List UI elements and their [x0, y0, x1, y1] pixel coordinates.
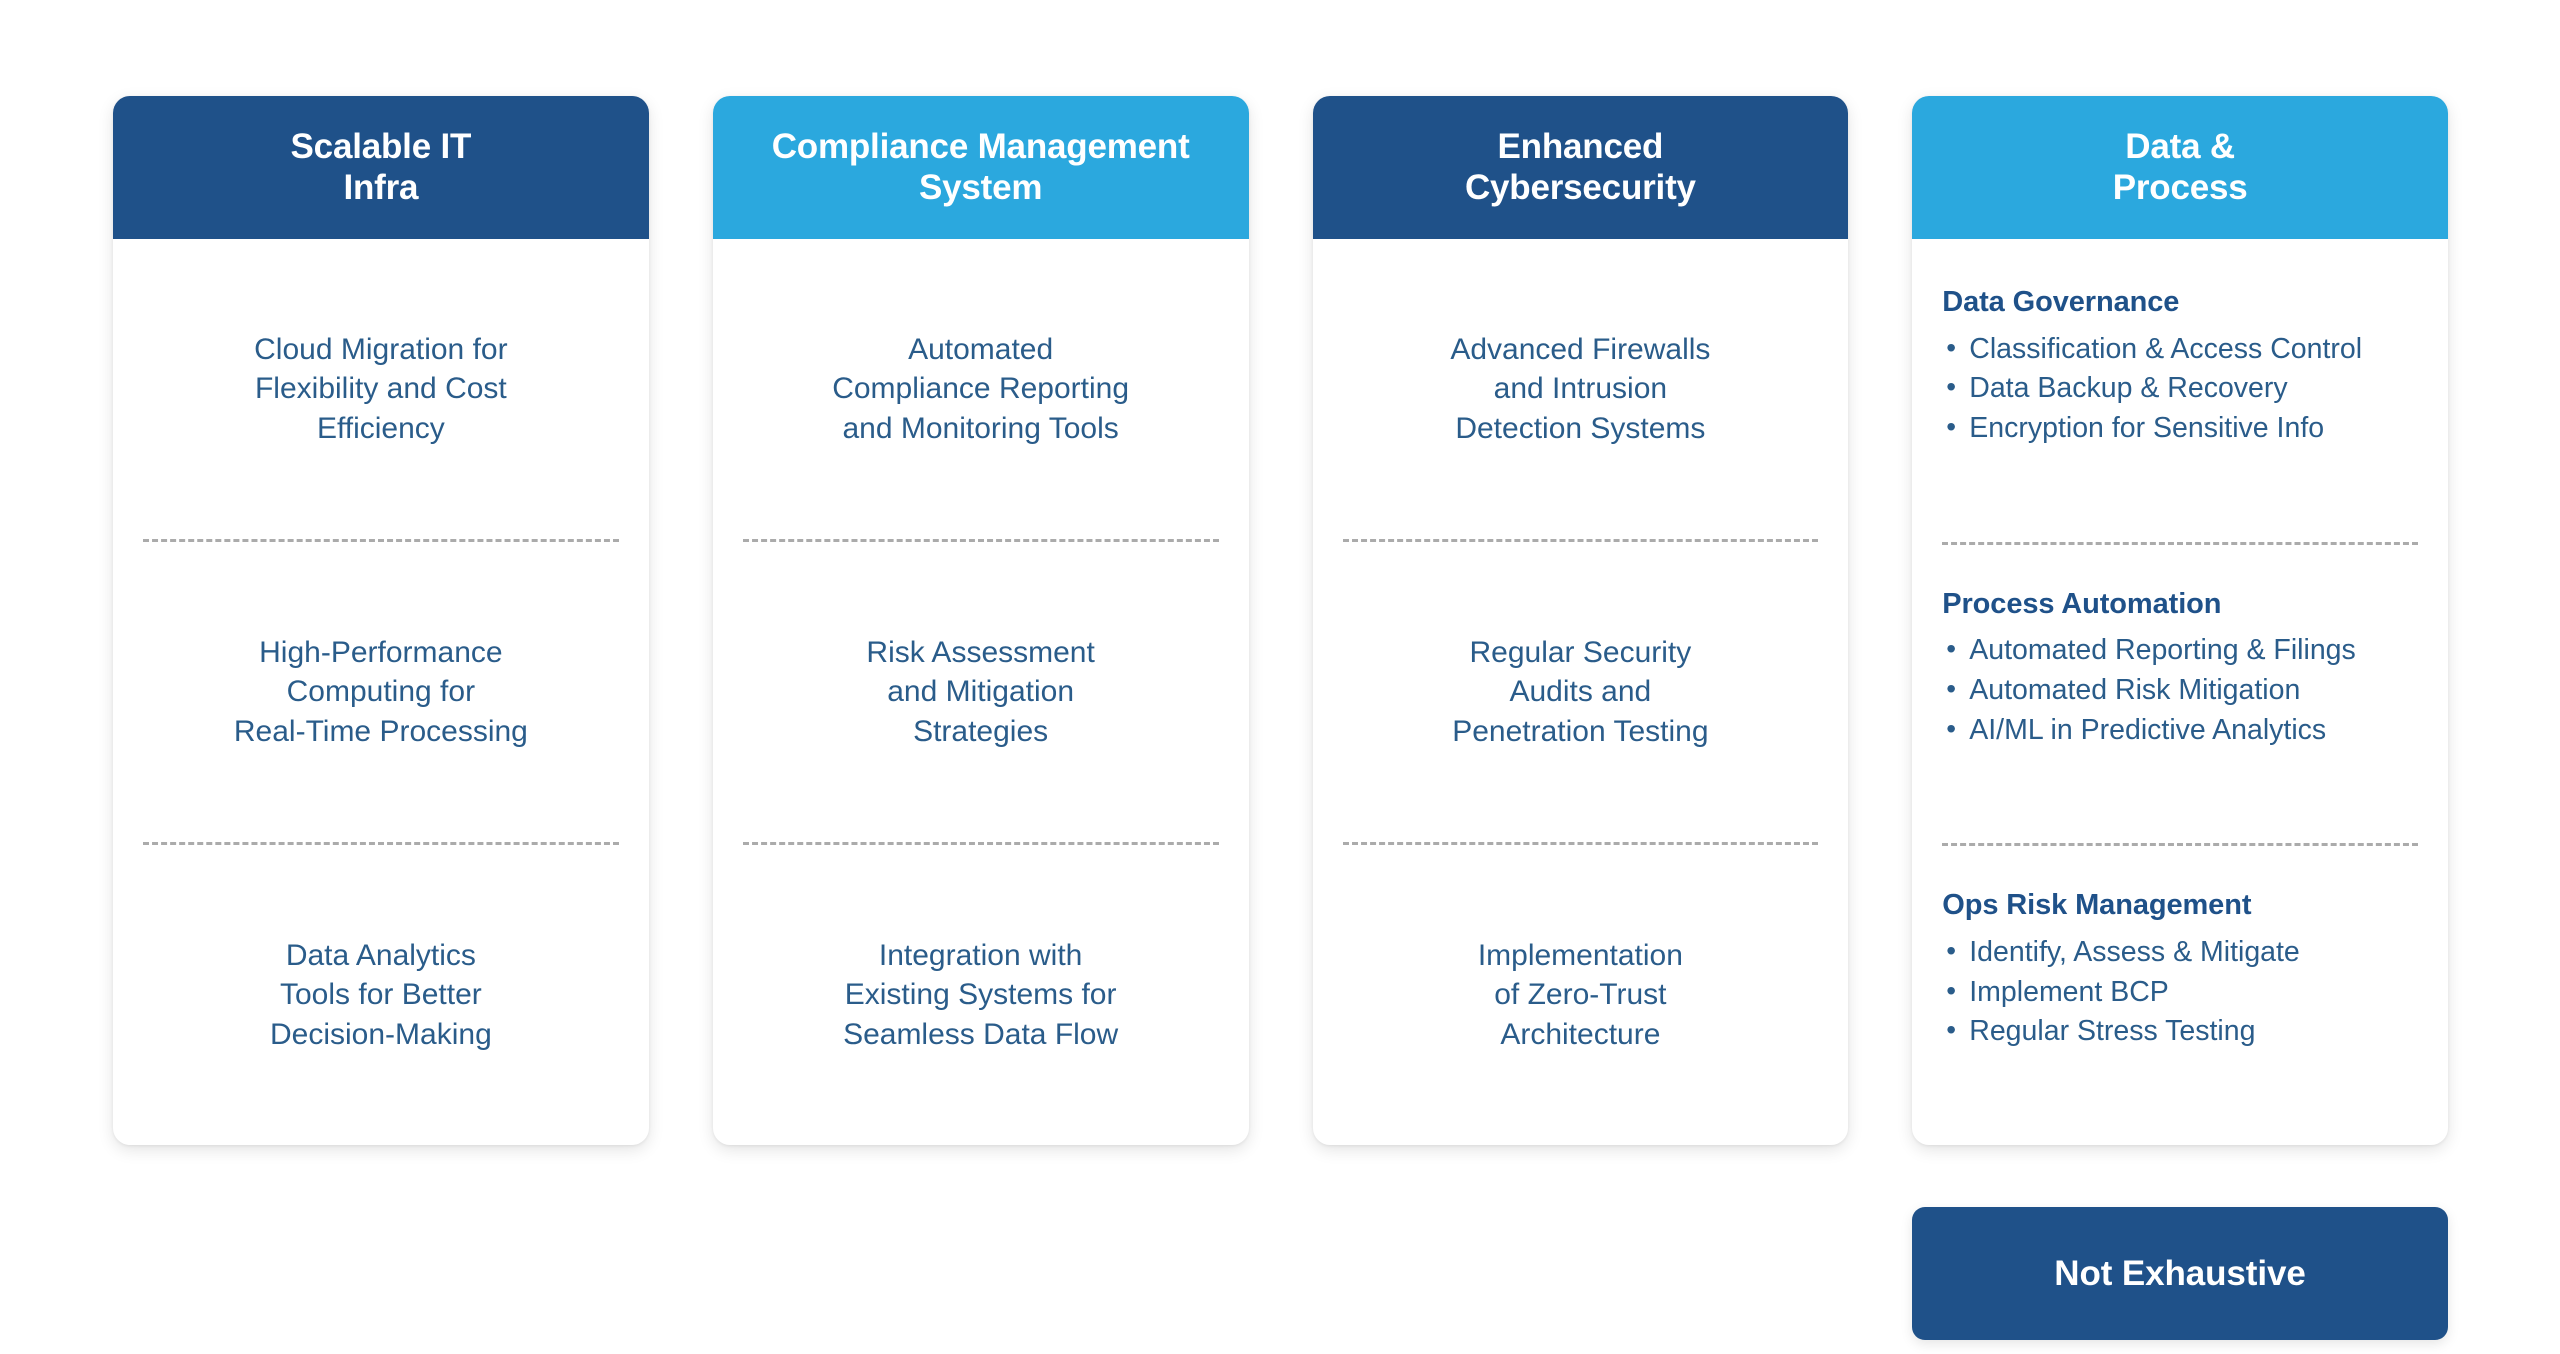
capability-card: Scalable IT Infra Cloud Migration for Flexi…: [113, 96, 649, 1145]
card-body: Advanced Firewalls and Intrusion Detection…: [1313, 239, 1849, 1145]
card-title-line-1: Scalable IT: [290, 126, 472, 166]
segment-text-line: Efficiency: [316, 411, 445, 445]
card-segment: Risk Assessment and Mitigation Strategies: [713, 542, 1249, 842]
capability-card: Compliance Management System Automated Comp…: [712, 96, 1249, 1145]
segment-text: Regular Security Audits and Penetration Te…: [1452, 633, 1708, 751]
card-header: Compliance Management System: [712, 96, 1249, 239]
card-segment: Cloud Migration for Flexibility and Cost E…: [113, 239, 649, 539]
slide-canvas: Scalable IT Infra Cloud Migration for Flexi…: [0, 0, 2560, 1354]
capability-card: Enhanced Cybersecurity Advanced Firewalls a…: [1312, 96, 1849, 1145]
segment-text-line: Data Analytics: [285, 939, 476, 973]
segment-text-line: Strategies: [913, 714, 1049, 748]
card-section: Ops Risk Management Identify, Assess & Mi…: [1942, 846, 2418, 1145]
capability-cards-row: Scalable IT Infra Cloud Migration for Flexi…: [113, 96, 2448, 1145]
segment-text-line: of Zero-Trust: [1494, 978, 1667, 1012]
card-section: Process Automation Automated Reporting & …: [1942, 545, 2418, 844]
segment-text-line: Penetration Testing: [1452, 714, 1709, 748]
segment-text-line: Implementation: [1477, 939, 1683, 973]
segment-text-line: Compliance Reporting: [832, 372, 1130, 406]
list-item: AI/ML in Predictive Analytics: [1942, 711, 2418, 750]
list-item: Classification & Access Control: [1942, 330, 2418, 369]
card-header: Scalable IT Infra: [113, 96, 649, 239]
segment-text-line: Advanced Firewalls: [1450, 333, 1711, 367]
card-segment: Integration with Existing Systems for Seam…: [713, 845, 1249, 1145]
list-item: Data Backup & Recovery: [1942, 369, 2418, 408]
segment-text: Automated Compliance Reporting and Monitor…: [832, 330, 1129, 448]
card-title-line-2: Infra: [343, 167, 419, 207]
segment-text-line: Flexibility and Cost: [254, 372, 507, 406]
segment-divider: [1942, 843, 2418, 847]
card-title: Enhanced Cybersecurity: [1465, 127, 1696, 209]
card-segment: Implementation of Zero-Trust Architecture: [1313, 845, 1849, 1145]
list-item: Regular Stress Testing: [1942, 1012, 2418, 1051]
card-header: Enhanced Cybersecurity: [1312, 96, 1849, 239]
section-heading: Ops Risk Management: [1942, 889, 2252, 922]
segment-text-line: Cloud Migration for: [254, 333, 508, 367]
segment-text-line: Integration with: [878, 939, 1083, 973]
card-title-line-1: Enhanced: [1497, 126, 1664, 166]
not-exhaustive-badge: Not Exhaustive: [1912, 1207, 2448, 1340]
card-segment: Data Analytics Tools for Better Decision-M…: [113, 845, 649, 1145]
segment-text-line: Architecture: [1500, 1017, 1661, 1051]
segment-text-line: and Monitoring Tools: [842, 411, 1119, 445]
segment-text-line: and Intrusion: [1493, 372, 1668, 406]
segment-text-line: Automated: [908, 333, 1054, 367]
segment-text-line: Computing for: [286, 675, 476, 709]
card-body: Automated Compliance Reporting and Monitor…: [713, 239, 1249, 1145]
card-segment: Regular Security Audits and Penetration Te…: [1313, 542, 1849, 842]
list-item: Automated Reporting & Filings: [1942, 631, 2418, 670]
list-item: Automated Risk Mitigation: [1942, 671, 2418, 710]
card-title-line-1: Compliance Management: [771, 126, 1190, 166]
segment-text-line: Seamless Data Flow: [843, 1017, 1119, 1051]
segment-text-line: Real-Time Processing: [233, 714, 528, 748]
segment-text-line: Audits and: [1509, 675, 1652, 709]
segment-text-line: High-Performance: [259, 636, 503, 670]
segment-text-line: Tools for Better: [279, 978, 482, 1012]
card-title-line-1: Data &: [2125, 126, 2235, 166]
section-heading: Process Automation: [1942, 587, 2222, 620]
list-item: Implement BCP: [1942, 973, 2418, 1012]
segment-text: Integration with Existing Systems for Seam…: [843, 936, 1118, 1054]
list-item: Identify, Assess & Mitigate: [1942, 933, 2418, 972]
section-heading: Data Governance: [1942, 286, 2180, 318]
segment-text: High-Performance Computing for Real-Time P…: [234, 633, 528, 751]
section-bullet-list: Identify, Assess & MitigateImplement BCP…: [1942, 933, 2418, 1053]
card-segment: Automated Compliance Reporting and Monitor…: [713, 239, 1249, 539]
segment-text-line: Decision-Making: [270, 1017, 492, 1051]
card-segment: Advanced Firewalls and Intrusion Detection…: [1313, 239, 1849, 539]
segment-text-line: Existing Systems for: [844, 978, 1117, 1012]
segment-text-line: Regular Security: [1469, 636, 1692, 670]
segment-text-line: Risk Assessment: [866, 636, 1095, 670]
card-body: Cloud Migration for Flexibility and Cost E…: [113, 239, 649, 1145]
card-segment: High-Performance Computing for Real-Time P…: [113, 542, 649, 842]
card-title-line-2: Process: [2112, 167, 2248, 207]
segment-text: Risk Assessment and Mitigation Strategies: [866, 633, 1094, 751]
segment-text-line: and Mitigation: [887, 675, 1075, 709]
card-title: Data & Process: [2113, 127, 2248, 209]
list-item: Encryption for Sensitive Info: [1942, 409, 2418, 448]
segment-text: Advanced Firewalls and Intrusion Detection…: [1450, 330, 1710, 448]
card-title: Scalable IT Infra: [291, 127, 472, 209]
capability-card: Data &Process Data Governance Classificati…: [1912, 96, 2448, 1145]
card-title-line-2: Cybersecurity: [1464, 167, 1696, 207]
card-header: Data & Process: [1912, 96, 2448, 239]
section-bullet-list: Automated Reporting & FilingsAutomated R…: [1942, 631, 2418, 751]
card-title-line-2: System: [918, 167, 1043, 207]
segment-text-line: Detection Systems: [1455, 411, 1706, 445]
card-body: Data Governance Classification & Access C…: [1912, 239, 2448, 1145]
card-section: Data Governance Classification & Access C…: [1942, 239, 2418, 542]
segment-text: Cloud Migration for Flexibility and Cost E…: [254, 330, 507, 448]
card-title: Compliance Management System: [772, 127, 1190, 209]
segment-text: Data Analytics Tools for Better Decision-M…: [270, 936, 492, 1054]
segment-text: Implementation of Zero-Trust Architecture: [1478, 936, 1683, 1054]
section-bullet-list: Classification & Access ControlData Back…: [1942, 330, 2418, 450]
segment-divider: [1942, 541, 2418, 545]
